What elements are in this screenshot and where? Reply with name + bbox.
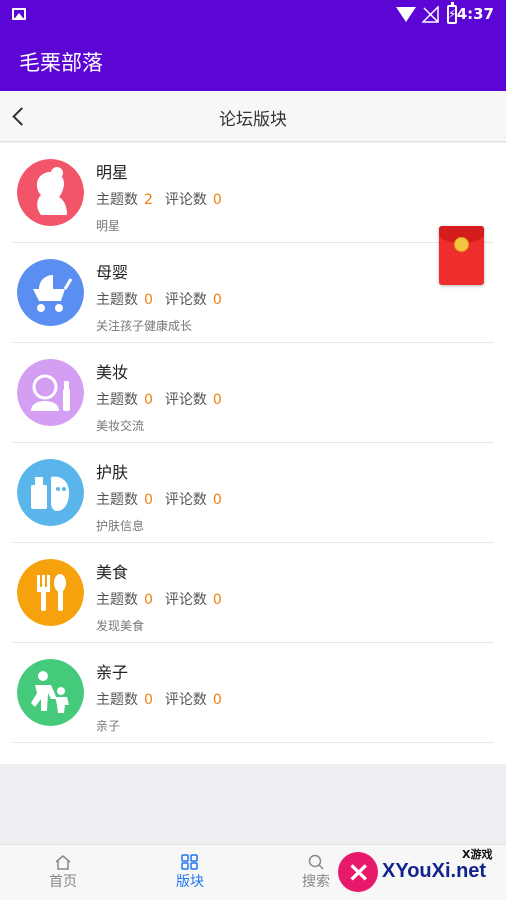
comments-label: 评论数: [164, 592, 207, 608]
watermark-logo: X游戏 XYouXi.net: [338, 846, 498, 896]
forum-description: 护肤信息: [96, 519, 145, 533]
comments-label: 评论数: [164, 292, 207, 308]
comments-label: 评论数: [164, 392, 207, 408]
topics-label: 主题数: [96, 692, 138, 708]
topics-count: 0: [144, 492, 153, 508]
battery-charging-icon: [447, 2, 457, 24]
topics-count: 0: [144, 392, 153, 408]
page-title: 论坛版块: [219, 110, 287, 130]
forum-item-parent-child[interactable]: 亲子 主题数 0 评论数 0 亲子: [0, 643, 506, 743]
forum-name: 护肤: [96, 463, 129, 482]
nav-bar: 论坛版块: [0, 91, 506, 142]
forum-item-skincare[interactable]: 护肤 主题数 0 评论数 0 护肤信息: [0, 443, 506, 543]
comments-count: 0: [212, 592, 222, 608]
topics-label: 主题数: [96, 392, 138, 408]
forum-name: 亲子: [96, 663, 129, 682]
forum-name: 明星: [96, 163, 129, 182]
tab-home[interactable]: 首页: [23, 845, 103, 900]
topics-count: 0: [144, 592, 153, 608]
comments-count: 0: [212, 492, 222, 508]
tab-label: 版块: [176, 874, 204, 890]
forum-description: 明星: [96, 219, 121, 233]
app-bar: 毛栗部落: [0, 30, 506, 91]
parent-child-icon: [17, 659, 84, 726]
forum-item-makeup[interactable]: 美妆 主题数 0 评论数 0 美妆交流: [0, 343, 506, 443]
forum-name: 美妆: [96, 363, 129, 382]
comments-count: 0: [212, 292, 222, 308]
comments-count: 0: [212, 392, 222, 408]
watermark-domain: XYouXi.net: [382, 860, 487, 882]
tab-forums[interactable]: 版块: [150, 845, 230, 900]
tab-label: 首页: [49, 874, 77, 890]
forum-description: 关注孩子健康成长: [96, 319, 193, 333]
comments-label: 评论数: [164, 492, 207, 508]
topics-label: 主题数: [96, 292, 138, 308]
image-notification-icon: [12, 8, 26, 20]
comments-count: 0: [212, 192, 222, 208]
skincare-icon: [17, 459, 84, 526]
wifi-icon: [396, 7, 416, 22]
forum-item-mother-baby[interactable]: 母婴 主题数 0 评论数 0 关注孩子健康成长: [0, 243, 506, 343]
app-title: 毛栗部落: [19, 51, 103, 75]
coin-icon: [454, 237, 469, 252]
forum-stats: 主题数 0 评论数 0: [96, 389, 234, 409]
forum-name: 母婴: [96, 263, 129, 282]
forum-stats: 主题数 0 评论数 0: [96, 289, 234, 309]
grid-icon: [181, 854, 198, 870]
comments-label: 评论数: [164, 192, 207, 208]
topics-label: 主题数: [96, 592, 138, 608]
comments-label: 评论数: [164, 692, 207, 708]
topics-count: 0: [144, 292, 153, 308]
no-signal-icon: [422, 6, 439, 23]
game-controller-icon: [338, 852, 378, 892]
makeup-icon: [17, 359, 84, 426]
status-bar: 4:37: [0, 0, 506, 30]
topics-count: 0: [144, 692, 153, 708]
forum-description: 美妆交流: [96, 419, 145, 433]
celebrity-icon: [17, 159, 84, 226]
forum-item-celebrity[interactable]: 明星 主题数 2 评论数 0 明星: [0, 143, 506, 243]
forum-stats: 主题数 0 评论数 0: [96, 689, 234, 709]
forum-description: 亲子: [96, 719, 121, 733]
topics-count: 2: [144, 192, 153, 208]
forum-item-food[interactable]: 美食 主题数 0 评论数 0 发现美食: [0, 543, 506, 643]
food-icon: [17, 559, 84, 626]
search-icon: [308, 854, 324, 870]
topics-label: 主题数: [96, 192, 138, 208]
stroller-icon: [17, 259, 84, 326]
red-envelope-icon[interactable]: [439, 226, 484, 285]
status-time: 4:37: [456, 5, 494, 23]
forum-name: 美食: [96, 563, 129, 582]
comments-count: 0: [212, 692, 222, 708]
forum-stats: 主题数 0 评论数 0: [96, 489, 234, 509]
home-icon: [55, 855, 71, 870]
forum-stats: 主题数 0 评论数 0: [96, 589, 234, 609]
forum-description: 发现美食: [96, 619, 145, 633]
forum-stats: 主题数 2 评论数 0: [96, 189, 234, 209]
forum-list: 明星 主题数 2 评论数 0 明星 母婴 主题数 0 评论数 0 关注孩子健康成长 美妆 主…: [0, 143, 506, 764]
topics-label: 主题数: [96, 492, 138, 508]
